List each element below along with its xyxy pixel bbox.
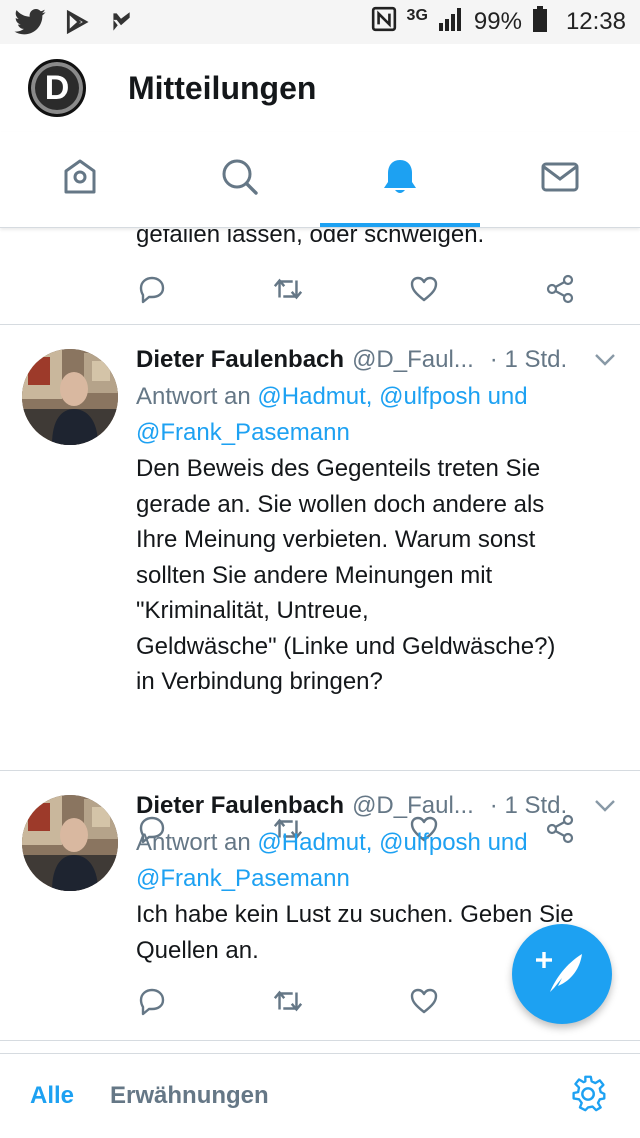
compose-tweet-button[interactable] [512,924,612,1024]
reply-button[interactable] [136,273,168,305]
clock: 12:38 [565,8,626,35]
user-name[interactable]: Dieter Faulenbach [136,792,344,820]
retweet-button[interactable] [272,985,304,1017]
status-bar: 3G 99% 12:38 [0,0,640,44]
reply-icon [139,276,165,304]
tweet-text: Den Beweis des Gegenteils treten Sie ger… [136,455,556,695]
twitter-bird-icon [14,9,46,35]
network-type-label: 3G [406,7,428,24]
bell-icon [380,157,420,202]
retweet-icon [273,278,303,300]
tab-messages[interactable] [480,132,640,227]
reply-prefix: Antwort an [136,383,258,410]
settings-gear-icon[interactable] [570,1075,608,1118]
tab-home[interactable] [0,132,160,227]
user-name[interactable]: Dieter Faulenbach [136,346,344,374]
tweet[interactable]: Dieter Faulenbach @D_Faul... · 1 Std. An… [0,325,640,844]
tab-bar [0,132,640,228]
home-icon [60,157,100,202]
mention-link[interactable]: @Frank_Pasemann [136,419,350,446]
retweet-button[interactable] [272,273,304,305]
avatar-letter: D [44,68,70,107]
tab-search[interactable] [160,132,320,227]
notifications-filter-bar: Alle Erwähnungen [0,1053,640,1138]
tweet-time: · 1 Std. [489,346,568,373]
user-handle[interactable]: @D_Faul... [352,346,474,374]
share-button[interactable] [544,273,576,305]
tweet-header: Dieter Faulenbach @D_Faul... · 1 Std. [136,789,616,823]
chevron-down-icon[interactable] [594,799,616,818]
user-handle[interactable]: @D_Faul... [352,792,474,820]
heart-icon [410,276,438,302]
divider [0,1040,640,1041]
tab-all[interactable]: Alle [30,1082,74,1110]
tweet-actions [136,273,576,305]
play-store-icon [64,9,90,35]
page-title: Mitteilungen [128,69,317,106]
retweet-icon [273,990,303,1012]
tweet-body: Dieter Faulenbach @D_Faul... · 1 Std. An… [136,343,616,700]
tweet-time: · 1 Std. [489,792,568,819]
reply-prefix: Antwort an [136,829,258,856]
battery-icon [532,5,548,39]
profile-avatar[interactable]: D [28,59,86,117]
like-button[interactable] [408,273,440,305]
like-button[interactable] [408,985,440,1017]
heart-icon [410,988,438,1014]
share-icon [546,274,574,304]
tweet-text-partial: gefallen lassen, oder schweigen. [136,229,485,248]
reply-context: Antwort an @Hadmut, @ulfposh und @Frank_… [136,379,616,451]
mention-link[interactable]: @Frank_Pasemann [136,865,350,892]
user-avatar[interactable] [22,795,118,891]
tweet-actions [136,985,576,1017]
checkmark-app-icon [108,9,134,35]
chevron-down-icon[interactable] [594,353,616,372]
app-header: D Mitteilungen [0,44,640,132]
compose-feather-icon [536,946,588,1003]
reply-context: Antwort an @Hadmut, @ulfposh und @Frank_… [136,825,616,897]
tweet-header: Dieter Faulenbach @D_Faul... · 1 Std. [136,343,616,377]
tab-mentions[interactable]: Erwähnungen [110,1082,269,1110]
signal-icon [438,7,464,38]
nfc-icon [371,6,397,39]
mention-links[interactable]: @Hadmut, @ulfposh und [257,383,527,410]
mention-links[interactable]: @Hadmut, @ulfposh und [257,829,527,856]
battery-percent: 99% [473,8,522,35]
tab-notifications[interactable] [320,132,480,227]
user-avatar[interactable] [22,349,118,445]
mail-icon [540,157,580,202]
reply-icon [139,988,165,1016]
reply-button[interactable] [136,985,168,1017]
search-icon [220,157,260,202]
